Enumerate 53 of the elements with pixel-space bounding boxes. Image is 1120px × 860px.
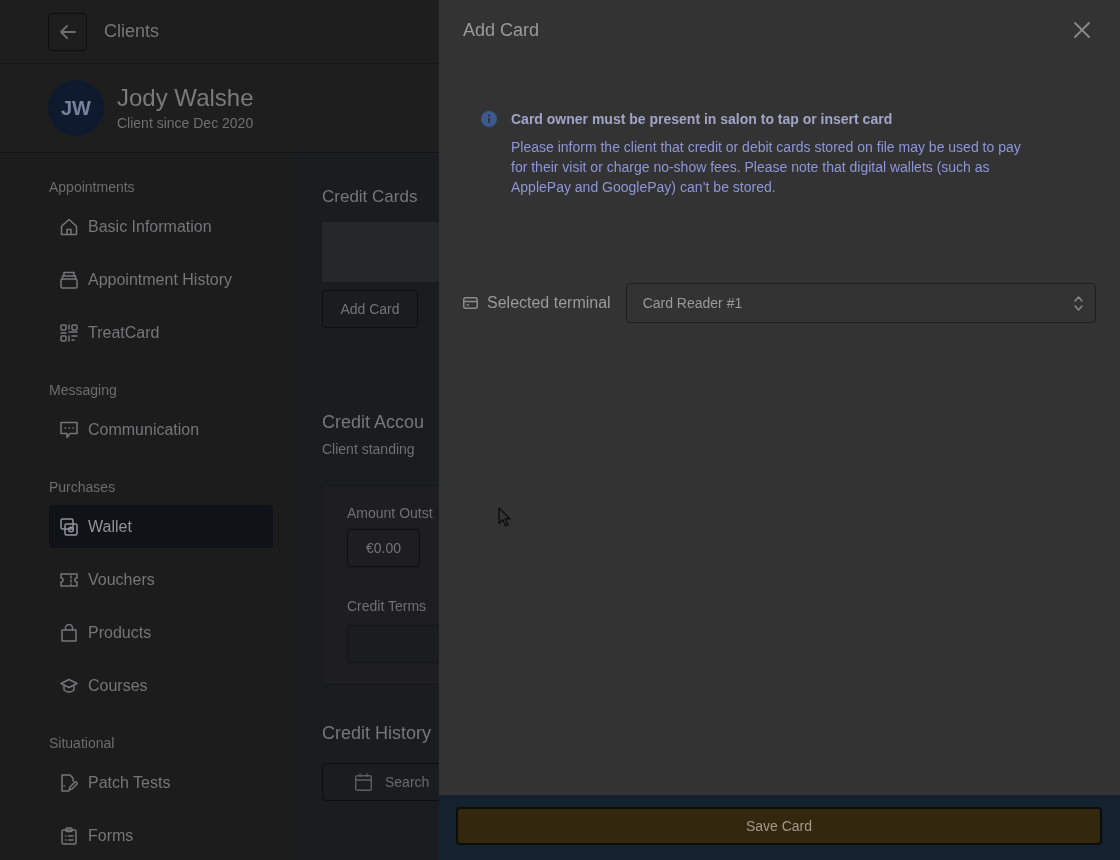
section-subtitle: Client standing	[322, 440, 416, 459]
info-icon	[481, 111, 497, 127]
sidebar-item[interactable]: Communication	[49, 408, 273, 451]
page-title: Clients	[104, 20, 160, 43]
section-label: Appointments	[49, 178, 136, 197]
section-label: Situational	[49, 734, 116, 753]
sidebar-item[interactable]: Basic Information	[49, 205, 273, 248]
avatar: JW	[48, 80, 104, 136]
back-button[interactable]	[48, 12, 87, 51]
sidebar-item[interactable]: Courses	[49, 664, 273, 707]
ticket-icon	[60, 570, 78, 589]
search-field[interactable]: Search	[322, 763, 439, 801]
panel-title: Add Card	[463, 18, 540, 42]
amount-field[interactable]: €0.00	[347, 529, 420, 567]
input-field[interactable]	[347, 625, 439, 663]
terminal-select[interactable]: Card Reader #1	[625, 283, 1096, 323]
field-label: Credit Terms	[347, 597, 428, 616]
section-label: Purchases	[49, 478, 117, 497]
field-label: Amount Outst	[347, 504, 434, 523]
notice-title: Card owner must be present in salon to tap or insert card	[511, 110, 894, 129]
qr-grid-icon	[60, 323, 78, 342]
bag-icon	[60, 623, 78, 642]
chat-bubble-icon	[60, 420, 78, 439]
close-icon	[1074, 22, 1090, 38]
save-card-button[interactable]: Save Card	[456, 807, 1102, 845]
terminal-label: Selected terminal	[487, 293, 611, 313]
close-button[interactable]	[1074, 22, 1090, 38]
credit-card-icon	[463, 297, 478, 309]
chevron-up-down-icon	[1074, 295, 1083, 311]
notice-text: Please inform the client that credit or debit cards stored on file may be used to pay for their visit or charge no-show fees. Please note that digital wallets (such as ApplePay and GooglePay) can’t be stored.	[511, 138, 1022, 197]
add-card-button[interactable]: Add Card	[322, 290, 418, 328]
stacked-box-icon	[60, 270, 78, 289]
sidebar-item[interactable]: Patch Tests	[49, 761, 273, 804]
banknote-icon	[60, 517, 78, 536]
section-title: Credit History	[322, 722, 433, 745]
sidebar-item[interactable]: TreatCard	[49, 311, 273, 354]
document-pen-icon	[60, 773, 78, 792]
section-title: Credit Cards	[322, 187, 419, 207]
sidebar-item[interactable]: Vouchers	[49, 558, 273, 601]
graduation-cap-icon	[60, 676, 78, 695]
mouse-pointer-icon	[498, 507, 511, 527]
sidebar-item[interactable]: Appointment History	[49, 258, 273, 301]
client-since-text: Client since Dec 2020	[117, 114, 254, 132]
client-name: Jody Walshe	[117, 84, 254, 112]
sidebar-item[interactable]: Products	[49, 611, 273, 654]
sidebar-item[interactable]: Wallet	[49, 505, 273, 548]
sidebar-item[interactable]: Forms	[49, 814, 273, 857]
section-title: Credit Accou	[322, 411, 426, 434]
calendar-icon	[355, 773, 372, 791]
house-icon	[60, 217, 78, 236]
clipboard-icon	[60, 826, 78, 845]
section-label: Messaging	[49, 381, 118, 400]
arrow-left-icon	[59, 24, 76, 39]
